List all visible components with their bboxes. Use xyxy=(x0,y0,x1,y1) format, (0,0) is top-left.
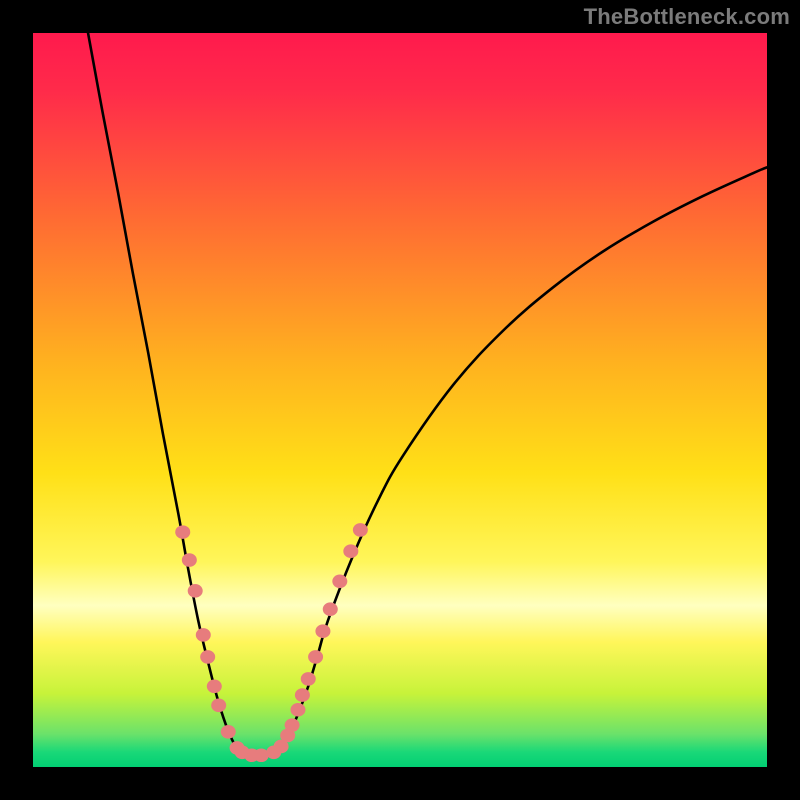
plot-area xyxy=(33,33,767,767)
scatter-dot xyxy=(182,553,197,567)
watermark-text: TheBottleneck.com xyxy=(584,4,790,30)
scatter-dot xyxy=(301,672,316,686)
scatter-dot xyxy=(343,544,358,558)
curve-layer xyxy=(33,33,767,767)
scatter-dot xyxy=(290,703,305,717)
scatter-dot xyxy=(315,624,330,638)
scatter-dot xyxy=(254,748,269,762)
chart-stage: TheBottleneck.com xyxy=(0,0,800,800)
scatter-dot xyxy=(285,718,300,732)
scatter-dot xyxy=(175,525,190,539)
scatter-dot xyxy=(211,699,226,713)
scatter-dot xyxy=(221,725,236,739)
scatter-dot xyxy=(196,628,211,642)
scatter-dot xyxy=(188,584,203,598)
curve-left-branch xyxy=(88,33,238,751)
scatter-dot xyxy=(323,602,338,616)
scatter-dot xyxy=(353,523,368,537)
curve-right-branch xyxy=(278,167,767,752)
scatter-dot xyxy=(295,688,310,702)
scatter-dot xyxy=(200,650,215,664)
scatter-dot xyxy=(308,650,323,664)
scatter-dot xyxy=(207,679,222,693)
scatter-dot xyxy=(332,575,347,589)
